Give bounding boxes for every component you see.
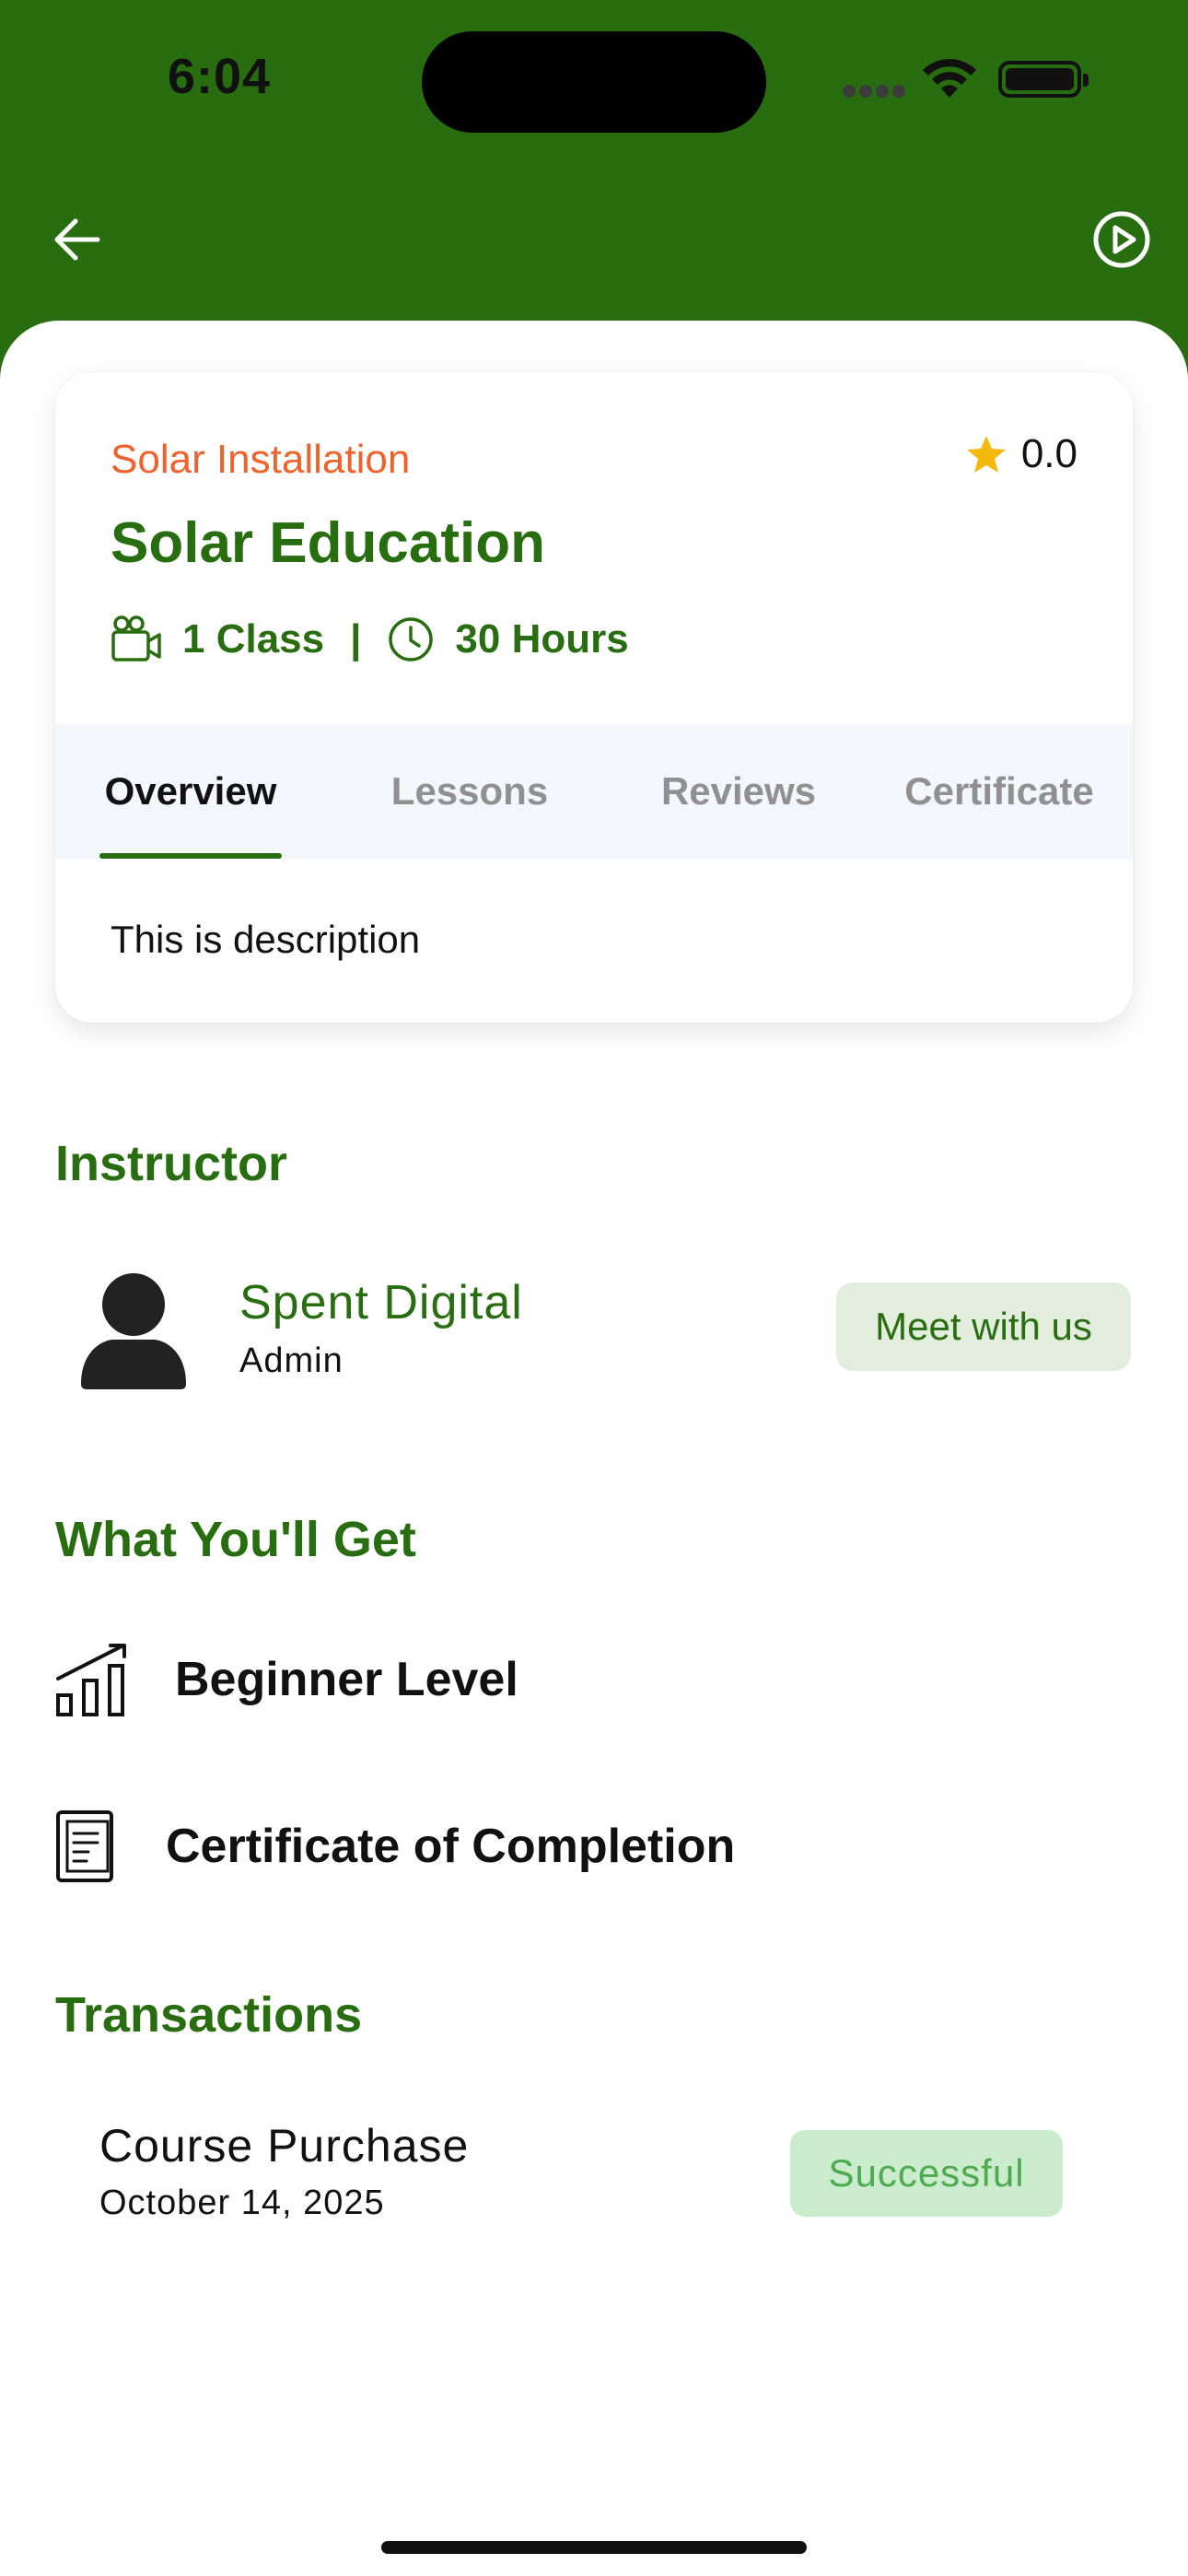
bar-chart-growth-icon [56, 1644, 126, 1716]
transaction-status-badge: Successful [790, 2130, 1063, 2217]
certificate-document-icon [56, 1810, 113, 1882]
tab-lessons[interactable]: Lessons [378, 724, 562, 859]
benefit-item-level: Beginner Level [55, 1642, 518, 1717]
instructor-role: Admin [239, 1341, 344, 1380]
course-category: Solar Installation [111, 437, 411, 482]
arrow-left-icon [54, 218, 100, 261]
course-rating: 0.0 [966, 431, 1077, 477]
dynamic-island [422, 31, 766, 133]
home-indicator[interactable] [381, 2541, 807, 2554]
clock-icon [389, 617, 434, 662]
meta-separator: | [350, 616, 362, 662]
course-hours: 30 Hours [455, 616, 629, 662]
wifi-icon [923, 58, 976, 98]
course-tabs: Overview Lessons Reviews Certificate [55, 724, 1133, 859]
instructor-heading: Instructor [55, 1136, 288, 1191]
status-time: 6:04 [168, 49, 272, 104]
tab-certificate[interactable]: Certificate [884, 724, 1114, 859]
signal-icon [843, 85, 905, 98]
play-preview-button[interactable] [1087, 205, 1157, 275]
rating-value: 0.0 [1020, 431, 1077, 476]
tab-overview[interactable]: Overview [99, 724, 282, 859]
play-circle-icon [1093, 211, 1150, 268]
star-icon [966, 436, 1006, 473]
video-camera-icon [111, 615, 161, 662]
benefits-heading: What You'll Get [55, 1512, 416, 1567]
benefit-label: Certificate of Completion [166, 1820, 736, 1873]
avatar-icon [81, 1273, 186, 1389]
course-description: This is description [111, 918, 421, 961]
benefit-item-certificate: Certificate of Completion [55, 1809, 735, 1883]
transaction-date: October 14, 2025 [99, 2184, 385, 2222]
class-count: 1 Class [182, 616, 325, 662]
instructor-name[interactable]: Spent Digital [239, 1275, 523, 1330]
back-button[interactable] [44, 206, 111, 273]
transaction-title: Course Purchase [99, 2120, 470, 2172]
meet-with-us-button[interactable]: Meet with us [836, 1282, 1131, 1371]
benefit-label: Beginner Level [175, 1653, 518, 1706]
course-title: Solar Education [111, 511, 545, 575]
instructor-row: Spent Digital Admin Meet with us [55, 1253, 1133, 1400]
transactions-heading: Transactions [55, 1987, 363, 2043]
course-meta: 1 Class | 30 Hours [111, 614, 629, 665]
course-card: Solar Installation 0.0 Solar Education 1… [55, 372, 1133, 1023]
battery-icon [998, 61, 1089, 98]
tab-reviews[interactable]: Reviews [646, 724, 831, 859]
